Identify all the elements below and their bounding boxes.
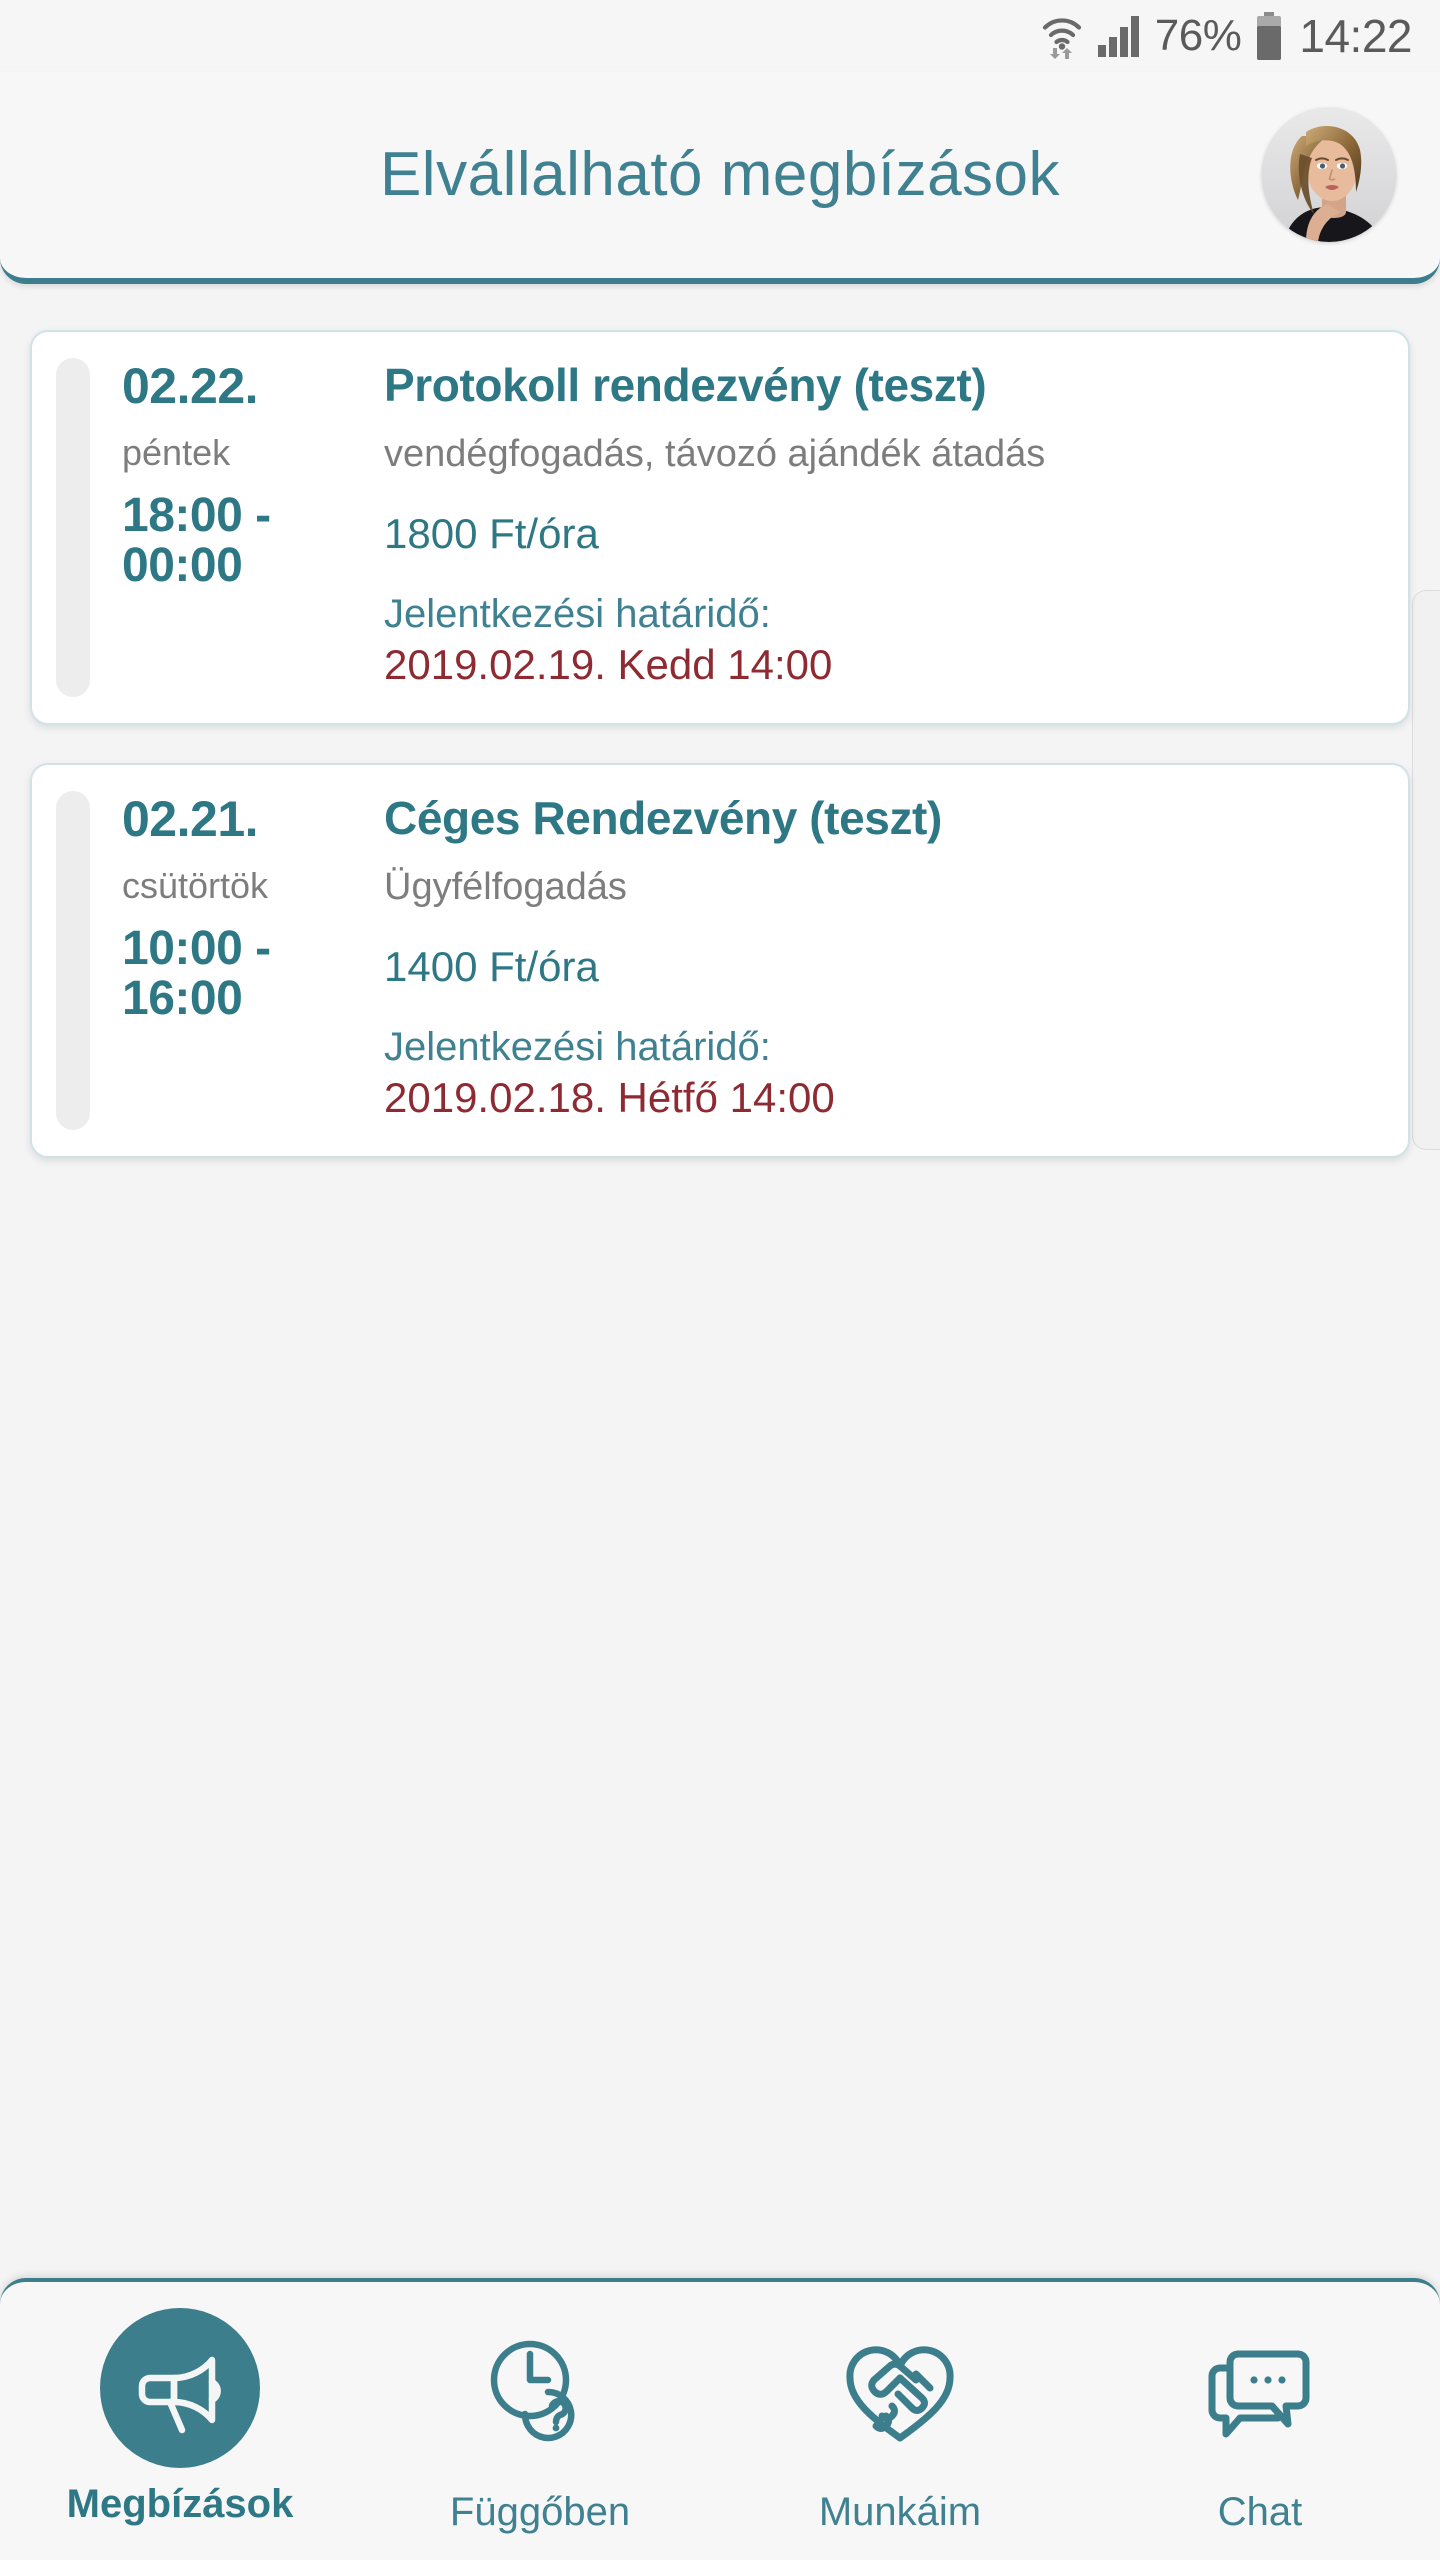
job-rate: 1800 Ft/óra xyxy=(384,509,599,557)
job-weekday: csütörtök xyxy=(122,864,269,906)
wifi-icon xyxy=(1041,13,1083,59)
job-description: vendégfogadás, távozó ajándék átadás xyxy=(384,432,1046,475)
status-bar: 76% 14:22 xyxy=(0,0,1440,72)
nav-item-fuggoben[interactable]: Függőben xyxy=(360,2308,720,2532)
nav-label-fuggoben: Függőben xyxy=(449,2490,631,2534)
app-root: 76% 14:22 Elvállalható megbízások 02.22.… xyxy=(0,0,1440,2560)
megaphone-icon xyxy=(100,2308,260,2468)
job-card-schedule: 02.22. péntek 18:00 - 00:00 xyxy=(66,360,384,689)
job-deadline-value: 2019.02.18. Hétfő 14:00 xyxy=(384,1074,835,1122)
nav-item-munkaim[interactable]: Munkáim xyxy=(720,2308,1080,2532)
clock-question-icon xyxy=(456,2308,624,2476)
nav-item-megbizasok[interactable]: Megbízások xyxy=(0,2308,360,2524)
status-clock: 14:22 xyxy=(1299,10,1412,62)
job-card-schedule: 02.21. csütörtök 10:00 - 16:00 xyxy=(66,793,384,1122)
job-title: Céges Rendezvény (teszt) xyxy=(384,792,942,845)
nav-label-chat: Chat xyxy=(1217,2490,1303,2534)
nav-label-megbizasok: Megbízások xyxy=(66,2482,294,2526)
job-list: 02.22. péntek 18:00 - 00:00 Protokoll re… xyxy=(0,330,1440,2260)
scrollbar-panel-edge[interactable] xyxy=(1412,590,1440,1150)
chat-bubbles-icon xyxy=(1176,2308,1344,2476)
user-avatar-photo xyxy=(1262,108,1396,242)
job-rate: 1400 Ft/óra xyxy=(384,942,599,990)
nav-item-chat[interactable]: Chat xyxy=(1080,2308,1440,2532)
job-description: Ügyfélfogadás xyxy=(384,865,627,908)
job-card[interactable]: 02.21. csütörtök 10:00 - 16:00 Céges Ren… xyxy=(30,763,1410,1159)
job-card[interactable]: 02.22. péntek 18:00 - 00:00 Protokoll re… xyxy=(30,330,1410,726)
battery-percent-label: 76% xyxy=(1154,11,1242,60)
bottom-navigation: Megbízások Függőben Munkáim Chat xyxy=(0,2278,1440,2560)
card-accent-bar xyxy=(56,358,90,698)
battery-icon xyxy=(1255,12,1283,60)
job-card-details: Céges Rendezvény (teszt) Ügyfélfogadás 1… xyxy=(384,793,1374,1122)
job-time-range: 10:00 - 16:00 xyxy=(122,921,271,1026)
job-title: Protokoll rendezvény (teszt) xyxy=(384,359,987,411)
signal-bars-icon xyxy=(1097,15,1141,57)
job-date: 02.21. xyxy=(122,791,259,848)
avatar[interactable] xyxy=(1262,108,1396,242)
job-deadline-label: Jelentkezési határidő: xyxy=(384,591,771,636)
job-deadline-label: Jelentkezési határidő: xyxy=(384,1025,771,1070)
page-title: Elvállalható megbízások xyxy=(379,140,1061,209)
card-accent-bar xyxy=(56,791,90,1131)
app-header: Elvállalható megbízások xyxy=(0,72,1440,284)
job-time-range: 18:00 - 00:00 xyxy=(122,488,271,592)
job-card-details: Protokoll rendezvény (teszt) vendégfogad… xyxy=(384,360,1374,689)
job-date: 02.22. xyxy=(122,358,259,414)
nav-label-munkaim: Munkáim xyxy=(818,2490,982,2534)
job-deadline-value: 2019.02.19. Kedd 14:00 xyxy=(384,640,833,688)
job-weekday: péntek xyxy=(122,431,231,473)
handshake-heart-icon xyxy=(816,2308,984,2476)
